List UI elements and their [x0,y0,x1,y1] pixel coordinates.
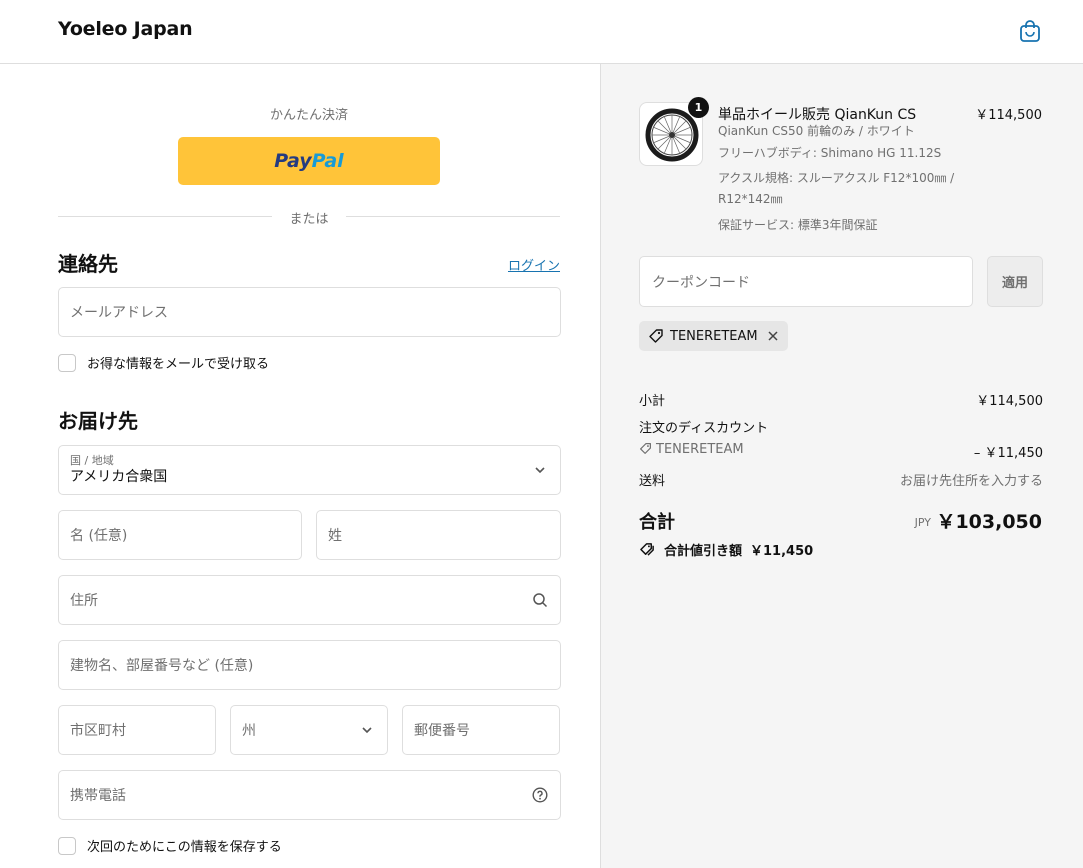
close-icon[interactable] [766,329,780,343]
quantity-badge: 1 [688,97,709,118]
discount-value: – ￥11,450 [973,446,1043,461]
phone-field[interactable]: 携帯電話 [58,770,561,820]
checkout-form: かんたん決済 Pay Pal または 連絡先 ログイン メールアドレス お得な情報… [0,64,600,868]
product-price: ￥114,500 [975,108,1042,123]
email-field[interactable]: メールアドレス [58,287,561,337]
applied-discount-chip: TENERETEAM [639,321,788,351]
state-select[interactable]: 州 [230,705,388,755]
product-axle-cont: R12*142㎜ [718,192,783,206]
discount-row: 注文のディスカウント [639,417,1043,436]
shopping-bag-icon[interactable] [1019,19,1041,43]
country-value: アメリカ合衆国 [70,469,168,485]
first-name-field[interactable]: 名 (任意) [58,510,302,560]
tag-icon [649,329,663,343]
save-info-checkbox-row[interactable]: 次回のためにこの情報を保存する [58,836,282,855]
total-label: 合計 [639,512,675,533]
shipping-value: お届け先住所を入力する [899,474,1043,489]
delivery-title: お届け先 [58,409,138,433]
newsletter-checkbox[interactable] [58,353,76,372]
site-header: Yoeleo Japan [0,0,1083,64]
save-info-label: 次回のためにこの情報を保存する [87,840,282,855]
paypal-logo-pay: Pay [274,150,312,172]
product-variant: QianKun CS50 前輪のみ / ホワイト [718,124,915,138]
applied-discount-code: TENERETEAM [670,328,758,344]
discount-code: TENERETEAM [656,442,744,457]
subtotal-value: ￥114,500 [976,394,1043,409]
last-name-field[interactable]: 姓 [316,510,561,560]
tag-icon [640,443,651,454]
country-select[interactable]: 国 / 地域 アメリカ合衆国 [58,445,561,495]
total-savings: 合計値引き額 ￥11,450 [639,540,813,559]
country-label: 国 / 地域 [70,454,114,467]
contact-title: 連絡先 [58,252,118,276]
brand-logo[interactable]: Yoeleo Japan [58,18,193,40]
savings-value: ￥11,450 [750,544,814,559]
coupon-input[interactable]: クーポンコード [639,256,973,307]
save-info-checkbox[interactable] [58,836,76,855]
chevron-down-icon [535,467,545,474]
express-checkout-label: かんたん決済 [269,108,348,123]
chevron-down-icon [362,727,372,734]
address-field[interactable]: 住所 [58,575,561,625]
tags-icon [640,543,654,556]
newsletter-label: お得な情報をメールで受け取る [87,357,270,372]
apply-coupon-button[interactable]: 適用 [987,256,1043,307]
discount-label: 注文のディスカウント [639,421,769,436]
apartment-field[interactable]: 建物名、部屋番号など (任意) [58,640,561,690]
newsletter-checkbox-row[interactable]: お得な情報をメールで受け取る [58,353,269,372]
paypal-button[interactable]: Pay Pal [178,137,440,185]
total-value: ￥103,050 [936,511,1042,533]
login-link[interactable]: ログイン [508,255,560,274]
zip-field[interactable]: 郵便番号 [402,705,560,755]
subtotal-row: 小計 ￥114,500 [639,390,1043,409]
discount-code-row: TENERETEAM – ￥11,450 [639,442,1043,461]
paypal-logo-pal: Pal [311,150,344,172]
product-warranty: 保証サービス: 標準3年間保証 [718,218,878,232]
shipping-row: 送料 お届け先住所を入力する [639,470,1043,489]
product-name: 単品ホイール販売 QianKun CS [718,107,917,123]
product-axle: アクスル規格: スルーアクスル F12*100㎜ / [718,171,955,185]
city-field[interactable]: 市区町村 [58,705,216,755]
shipping-label: 送料 [639,474,666,489]
search-icon [533,593,548,608]
help-circle-icon[interactable] [532,787,548,803]
order-summary: 1 単品ホイール販売 QianKun CS ￥114,500 QianKun C… [600,64,1083,868]
or-divider: または [58,208,560,227]
total-currency: JPY [914,516,931,529]
savings-label: 合計値引き額 [664,544,743,559]
subtotal-label: 小計 [639,394,666,409]
product-hub: フリーハブボディ: Shimano HG 11.12S [718,146,942,160]
